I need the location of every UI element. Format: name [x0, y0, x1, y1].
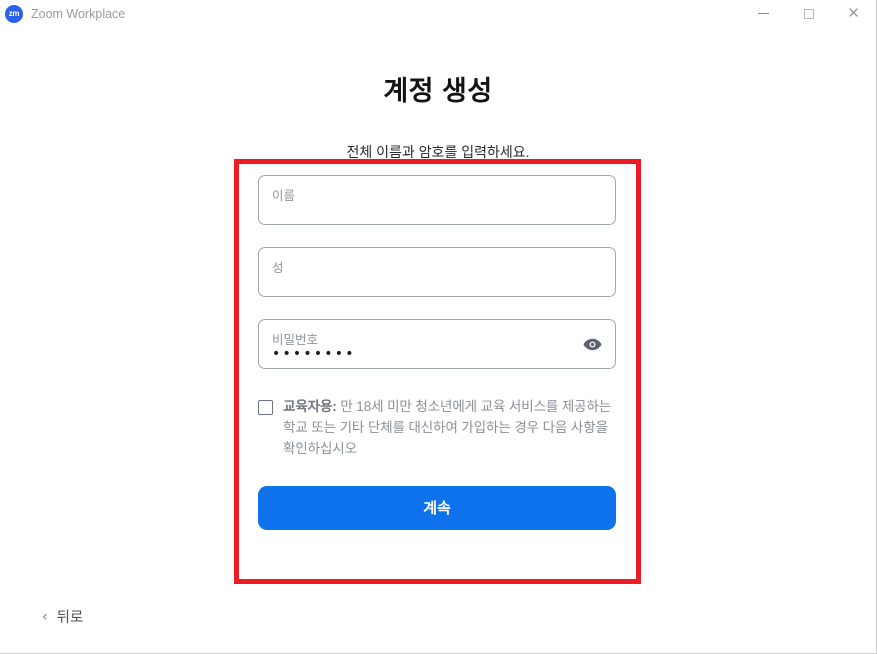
signup-form: 이름 성 비밀번호 •••••••• 교육자용: 만 18세 미만 청소년에게 …	[258, 175, 616, 530]
window-minimize-button[interactable]	[741, 0, 786, 27]
close-icon: ✕	[847, 4, 860, 22]
password-input[interactable]: 비밀번호 ••••••••	[258, 319, 616, 369]
edu-consent-row: 교육자용: 만 18세 미만 청소년에게 교육 서비스를 제공하는 학교 또는 …	[258, 397, 616, 460]
content-area: 계정 생성 전체 이름과 암호를 입력하세요. 이름 성 비밀번호 ••••••…	[0, 27, 876, 653]
app-window: zm Zoom Workplace ✕ 계정 생성 전체 이름과 암호를 입력하…	[0, 0, 877, 654]
page-title: 계정 생성	[383, 76, 493, 106]
chevron-left-icon: ‹	[42, 608, 48, 625]
back-label: 뒤로	[56, 610, 84, 626]
last-name-placeholder: 성	[272, 261, 284, 275]
first-name-input[interactable]: 이름	[258, 175, 616, 225]
edu-consent-label-bold: 교육자용:	[283, 399, 337, 414]
continue-button[interactable]: 계속	[258, 485, 616, 530]
page-subtitle: 전체 이름과 암호를 입력하세요.	[346, 144, 530, 160]
password-masked-value: ••••••••	[272, 346, 356, 362]
minimize-icon	[758, 13, 769, 14]
back-button[interactable]: ‹ 뒤로	[42, 606, 83, 627]
first-name-placeholder: 이름	[272, 189, 296, 203]
maximize-icon	[803, 8, 814, 19]
edu-consent-label: 교육자용: 만 18세 미만 청소년에게 교육 서비스를 제공하는 학교 또는 …	[283, 397, 616, 460]
last-name-input[interactable]: 성	[258, 247, 616, 297]
app-title: Zoom Workplace	[31, 6, 126, 21]
window-maximize-button[interactable]	[786, 0, 831, 27]
window-close-button[interactable]: ✕	[831, 0, 876, 27]
zoom-logo-icon: zm	[5, 4, 23, 23]
edu-consent-checkbox[interactable]	[258, 400, 273, 415]
eye-icon[interactable]	[582, 337, 602, 351]
title-bar: zm Zoom Workplace ✕	[0, 0, 876, 27]
window-controls: ✕	[741, 0, 876, 27]
